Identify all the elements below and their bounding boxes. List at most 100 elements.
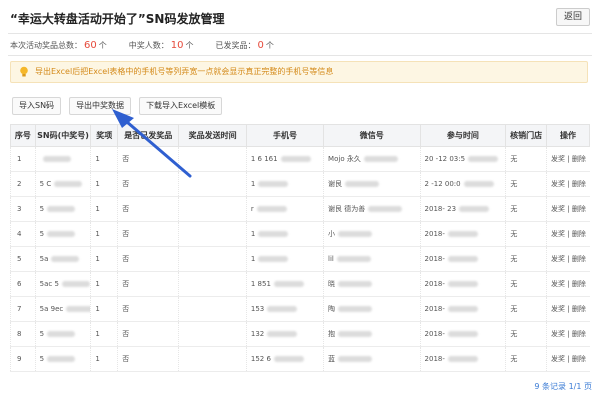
cell-prize: 1 [90,146,118,172]
cell-actions: 发奖 | 删除 [546,171,590,197]
toolbar: 导入SN码 导出中奖数据 下载导入Excel模板 [12,97,223,115]
cell-wechat: 小 [323,221,421,247]
back-button[interactable]: 返回 [556,8,590,26]
action-separator: | [567,255,570,263]
cell-store: 无 [505,271,547,297]
send-prize-link[interactable]: 发奖 [551,355,565,363]
export-winners-button[interactable]: 导出中奖数据 [69,97,132,115]
action-separator: | [567,355,570,363]
cell-store: 无 [505,196,547,222]
notice-banner: 导出Excel后把Excel表格中的手机号等列弄宽一点就会显示真正完整的手机号等… [10,61,588,83]
cell-phone: 153 [245,296,324,322]
stat-winners: 中奖人数： 10 个 [128,40,194,51]
cell-send-time [178,246,247,272]
cell-send-time [178,221,247,247]
cell-sent: 否 [117,171,179,197]
table-row: 7 5a 9ec 1 否 153 陶 2018- 无发奖 | 删除 [10,296,590,322]
cell-no: 5 [10,246,36,272]
cell-time: 20 -12 03:5 [419,146,506,172]
cell-time: 2018- [419,246,506,272]
cell-sent: 否 [117,221,179,247]
send-prize-link[interactable]: 发奖 [551,330,565,338]
cell-store: 无 [505,221,547,247]
cell-sn: 5 [34,196,91,222]
cell-store: 无 [505,171,547,197]
page-header: “幸运大转盘活动开始了”SN码发放管理 返回 [0,0,600,36]
send-prize-link[interactable]: 发奖 [551,205,565,213]
cell-sent: 否 [117,196,179,222]
delete-link[interactable]: 删除 [572,155,586,163]
cell-sent: 否 [117,346,179,372]
table-row: 4 5 1 否 1 小 2018- 无发奖 | 删除 [10,221,590,247]
cell-send-time [178,146,247,172]
cell-wechat: 谢艮 [323,171,421,197]
cell-no: 2 [10,171,36,197]
send-prize-link[interactable]: 发奖 [551,155,565,163]
table-row: 6 5ac 51否 1 851 晓 2018- 无发奖 | 删除 [10,271,590,297]
send-prize-link[interactable]: 发奖 [551,280,565,288]
cell-time: 2018- [419,346,506,372]
cell-phone: 152 6 [245,346,324,372]
cell-actions: 发奖 | 删除 [546,146,590,172]
table-body: 11否1 6 161 Mojo 永久 20 -12 03:5 无发奖 | 删除 2 5 C… [10,146,590,372]
col-header: 操作 [546,124,590,147]
cell-wechat: 晓 [323,271,421,297]
table-header-row: 序号 SN码(中奖号) 奖项 是否已发奖品 奖品发送时间 手机号 微信号 参与时… [10,124,590,147]
col-header: 奖项 [90,124,119,147]
cell-sn: 5a 9ec [34,296,91,322]
delete-link[interactable]: 删除 [572,205,586,213]
action-separator: | [567,305,570,313]
delete-link[interactable]: 删除 [572,305,586,313]
send-prize-link[interactable]: 发奖 [551,230,565,238]
cell-send-time [178,296,247,322]
cell-no: 6 [10,271,36,297]
lightbulb-icon [20,66,28,77]
table-row: 3 5 1 否 r 谢艮 德为善 2018- 23 无发奖 | 删除 [10,196,590,222]
delete-link[interactable]: 删除 [572,355,586,363]
cell-wechat: 谢艮 德为善 [323,196,421,222]
cell-no: 9 [10,346,36,372]
delete-link[interactable]: 删除 [572,255,586,263]
cell-send-time [178,171,247,197]
stats-divider [8,55,592,56]
cell-sn: 5 [34,221,91,247]
cell-sn: 5ac 5 [34,271,91,297]
cell-send-time [178,321,247,347]
table-row: 9 5 1 否 152 6 蓝 2018- 无发奖 | 删除 [10,346,590,372]
pagination-info: 9 条记录 1/1 页 [534,382,592,391]
table-row: 8 5 1 否 132 抱 2018- 无发奖 | 删除 [10,321,590,347]
cell-time: 2018- [419,321,506,347]
cell-time: 2 -12 00:0 [419,171,506,197]
cell-wechat: Mojo 永久 [323,146,421,172]
delete-link[interactable]: 删除 [572,180,586,188]
cell-send-time [178,271,247,297]
download-template-button[interactable]: 下载导入Excel模板 [139,97,223,115]
cell-prize: 1 [90,171,118,197]
cell-sn: 5a [34,246,91,272]
sn-table: 序号 SN码(中奖号) 奖项 是否已发奖品 奖品发送时间 手机号 微信号 参与时… [10,124,590,372]
send-prize-link[interactable]: 发奖 [551,255,565,263]
cell-no: 7 [10,296,36,322]
cell-phone: 132 [245,321,324,347]
delete-link[interactable]: 删除 [572,330,586,338]
cell-store: 无 [505,296,547,322]
cell-prize: 1 [90,271,118,297]
cell-sent: 否 [117,271,179,297]
send-prize-link[interactable]: 发奖 [551,180,565,188]
cell-wechat: 陶 [323,296,421,322]
cell-actions: 发奖 | 删除 [546,271,590,297]
delete-link[interactable]: 删除 [572,280,586,288]
cell-actions: 发奖 | 删除 [546,296,590,322]
cell-store: 无 [505,346,547,372]
cell-wechat: lil [323,246,421,272]
col-header: 手机号 [245,124,325,147]
cell-sn: 5 C [34,171,91,197]
delete-link[interactable]: 删除 [572,230,586,238]
cell-no: 1 [10,146,36,172]
cell-time: 2018- 23 [419,196,506,222]
col-header: 参与时间 [419,124,507,147]
send-prize-link[interactable]: 发奖 [551,305,565,313]
cell-prize: 1 [90,246,118,272]
import-sn-button[interactable]: 导入SN码 [12,97,62,115]
action-separator: | [567,180,570,188]
